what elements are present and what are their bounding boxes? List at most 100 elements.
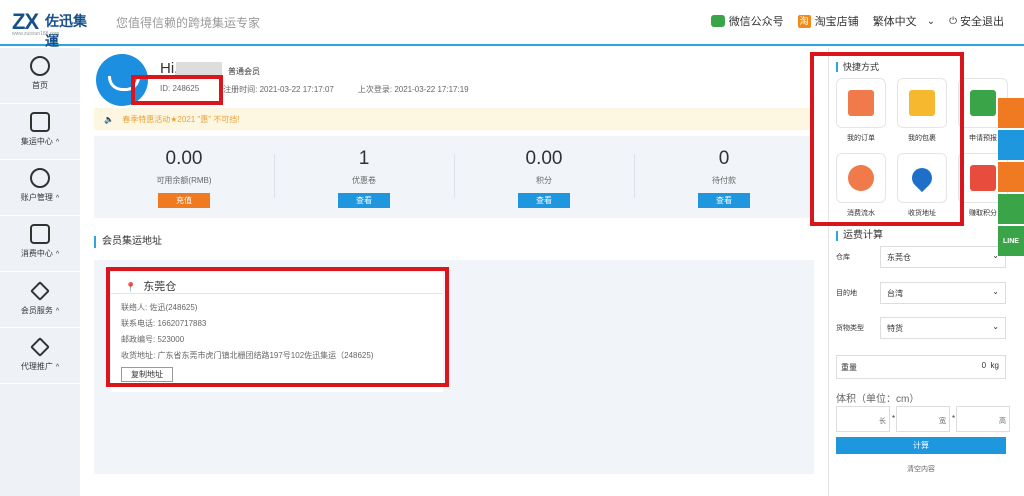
right-panel: 快捷方式 我的订单 我的包裹 申请预报 消费流水 收货地址 赚取积分 运费计算 … xyxy=(810,48,1010,496)
wechat-icon[interactable] xyxy=(998,194,1024,224)
wechat-label: 微信公众号 xyxy=(728,16,784,28)
view-pending-button[interactable]: 查看 xyxy=(698,193,750,208)
header-links: 微信公众号 淘 淘宝店铺 繁体中文 ⌄ ⏻ 安全退出 xyxy=(697,13,1004,29)
chevron-down-icon: ⌄ xyxy=(926,15,936,27)
taobao-link[interactable]: 淘 淘宝店铺 xyxy=(797,13,859,29)
card-icon xyxy=(30,224,50,244)
stat-balance: 0.00 可用余额(RMB) 充值 xyxy=(94,136,274,218)
height-input[interactable]: 高 xyxy=(956,406,1010,432)
sidebar-item-label: 账户管理 xyxy=(20,193,53,202)
sidebar-item-label: 集运中心 xyxy=(20,137,53,146)
taobao-icon: 淘 xyxy=(797,14,811,28)
select-value: 特货 xyxy=(887,324,903,333)
home-icon xyxy=(30,56,50,76)
language-select[interactable]: 繁体中文 ⌄ xyxy=(873,13,935,29)
register-time: 注册时间: 2021-03-22 17:17:07 xyxy=(223,85,334,94)
sidebar: 首页 集运中心 ^ 账户管理 ^ 消费中心 ^ 会员服务 ^ 代理推广 ^ xyxy=(0,48,80,496)
view-points-button[interactable]: 查看 xyxy=(518,193,570,208)
floating-contact-bar: LINE xyxy=(998,98,1024,258)
stat-label: 积分 xyxy=(536,176,552,185)
cargo-type-row: 货物类型 特货 ⌄ xyxy=(836,316,1006,340)
chevron-down-icon: ⌄ xyxy=(992,287,999,296)
last-login-time: 上次登录: 2021-03-22 17:17:19 xyxy=(357,85,469,94)
wechat-link[interactable]: 微信公众号 xyxy=(710,13,784,29)
notice-bar[interactable]: 🔈 春季特惠活动★2021 "惠" 不可挡! xyxy=(94,108,814,130)
diamond-icon xyxy=(30,281,50,301)
sidebar-item-agent[interactable]: 代理推广 ^ xyxy=(0,328,80,384)
multiply-star: * xyxy=(952,414,956,423)
highlight-box xyxy=(810,52,964,226)
cargo-type-select[interactable]: 特货 ⌄ xyxy=(880,317,1006,339)
width-input[interactable]: 宽 xyxy=(896,406,950,432)
recharge-button[interactable]: 充值 xyxy=(158,193,210,208)
truck-icon xyxy=(970,90,996,116)
field-label: 仓库 xyxy=(836,254,850,261)
sidebar-item-consolidation[interactable]: 集运中心 ^ xyxy=(0,104,80,160)
sidebar-item-member-service[interactable]: 会员服务 ^ xyxy=(0,272,80,328)
stat-label: 优惠卷 xyxy=(352,176,376,185)
stat-value: 1 xyxy=(358,148,370,169)
sidebar-item-label: 会员服务 xyxy=(20,306,53,315)
diamond-icon xyxy=(30,337,50,357)
profile-header: Hi, 普通会员 ID: 248625 注册时间: 2021-03-22 17:… xyxy=(94,48,814,108)
sidebar-item-home[interactable]: 首页 xyxy=(0,48,80,104)
stat-value: 0.00 xyxy=(525,148,563,169)
logo-url: www.zuoxun188.com xyxy=(12,31,60,37)
destination-select[interactable]: 台湾 ⌄ xyxy=(880,282,1006,304)
phone-icon[interactable] xyxy=(998,162,1024,192)
destination-row: 目的地 台湾 ⌄ xyxy=(836,281,1006,305)
site-logo[interactable]: ZX 佐迅集運 www.zuoxun188.com xyxy=(12,9,100,49)
volume-title: 体积（单位：cm） xyxy=(836,394,920,405)
highlight-box xyxy=(131,75,223,105)
sidebar-item-label: 代理推广 xyxy=(20,362,53,371)
select-value: 东莞仓 xyxy=(887,253,911,262)
box-icon xyxy=(30,112,50,132)
top-header: ZX 佐迅集運 www.zuoxun188.com 您值得信赖的跨境集运专家 微… xyxy=(0,0,1024,49)
chevron-up-icon: ^ xyxy=(55,308,60,315)
quick-label: 申请预报 xyxy=(969,135,997,142)
weight-unit: kg xyxy=(990,361,999,370)
chevron-up-icon: ^ xyxy=(55,139,60,146)
calculate-button[interactable]: 计算 xyxy=(836,437,1006,454)
notice-text: 春季特惠活动★2021 "惠" 不可挡! xyxy=(122,115,240,124)
address-section-title: 会员集运地址 xyxy=(94,236,162,248)
stat-coupons: 1 优惠卷 查看 xyxy=(274,136,454,218)
address-panel: 📍 东莞仓 联络人: 佐迅(248625) 联系电话: 16620717883 … xyxy=(94,260,814,474)
line-button[interactable]: LINE xyxy=(998,226,1024,256)
chevron-up-icon: ^ xyxy=(55,195,60,202)
sidebar-item-account[interactable]: 账户管理 ^ xyxy=(0,160,80,216)
stat-label: 待付款 xyxy=(712,176,736,185)
quick-label: 赚取积分 xyxy=(969,210,997,217)
stat-value: 0.00 xyxy=(165,148,203,169)
stat-points: 0.00 积分 查看 xyxy=(454,136,634,218)
chevron-up-icon: ^ xyxy=(55,364,60,371)
wechat-icon xyxy=(710,15,725,27)
weight-field[interactable]: 重量 0 kg xyxy=(836,355,1006,379)
taobao-label: 淘宝店铺 xyxy=(814,16,859,28)
warehouse-select[interactable]: 东莞仓 ⌄ xyxy=(880,246,1006,268)
qq-icon[interactable] xyxy=(998,98,1024,128)
chevron-up-icon: ^ xyxy=(55,251,60,258)
stats-panel: 0.00 可用余额(RMB) 充值 1 优惠卷 查看 0.00 积分 查看 0 … xyxy=(94,136,814,218)
multiply-star: * xyxy=(892,414,896,423)
field-label: 目的地 xyxy=(836,290,857,297)
site-slogan: 您值得信赖的跨境集运专家 xyxy=(116,16,261,30)
stat-pending-payment: 0 待付款 查看 xyxy=(634,136,814,218)
user-icon xyxy=(30,168,50,188)
chat-icon[interactable] xyxy=(998,130,1024,160)
length-input[interactable]: 长 xyxy=(836,406,890,432)
shipping-calculator-title: 运费计算 xyxy=(836,231,883,241)
logout-link[interactable]: ⏻ 安全退出 xyxy=(949,13,1004,29)
field-label: 货物类型 xyxy=(836,325,864,332)
sidebar-item-spending[interactable]: 消费中心 ^ xyxy=(0,216,80,272)
logout-label: 安全退出 xyxy=(960,16,1004,28)
select-value: 台湾 xyxy=(887,289,903,298)
member-level: 普通会员 xyxy=(228,67,260,76)
view-coupons-button[interactable]: 查看 xyxy=(338,193,390,208)
speaker-icon: 🔈 xyxy=(104,115,114,124)
stat-value: 0 xyxy=(718,148,730,169)
chevron-down-icon: ⌄ xyxy=(992,322,999,331)
weight-value: 0 xyxy=(981,361,987,370)
highlight-box xyxy=(106,267,449,387)
clear-button[interactable]: 清空内容 xyxy=(836,464,1006,474)
